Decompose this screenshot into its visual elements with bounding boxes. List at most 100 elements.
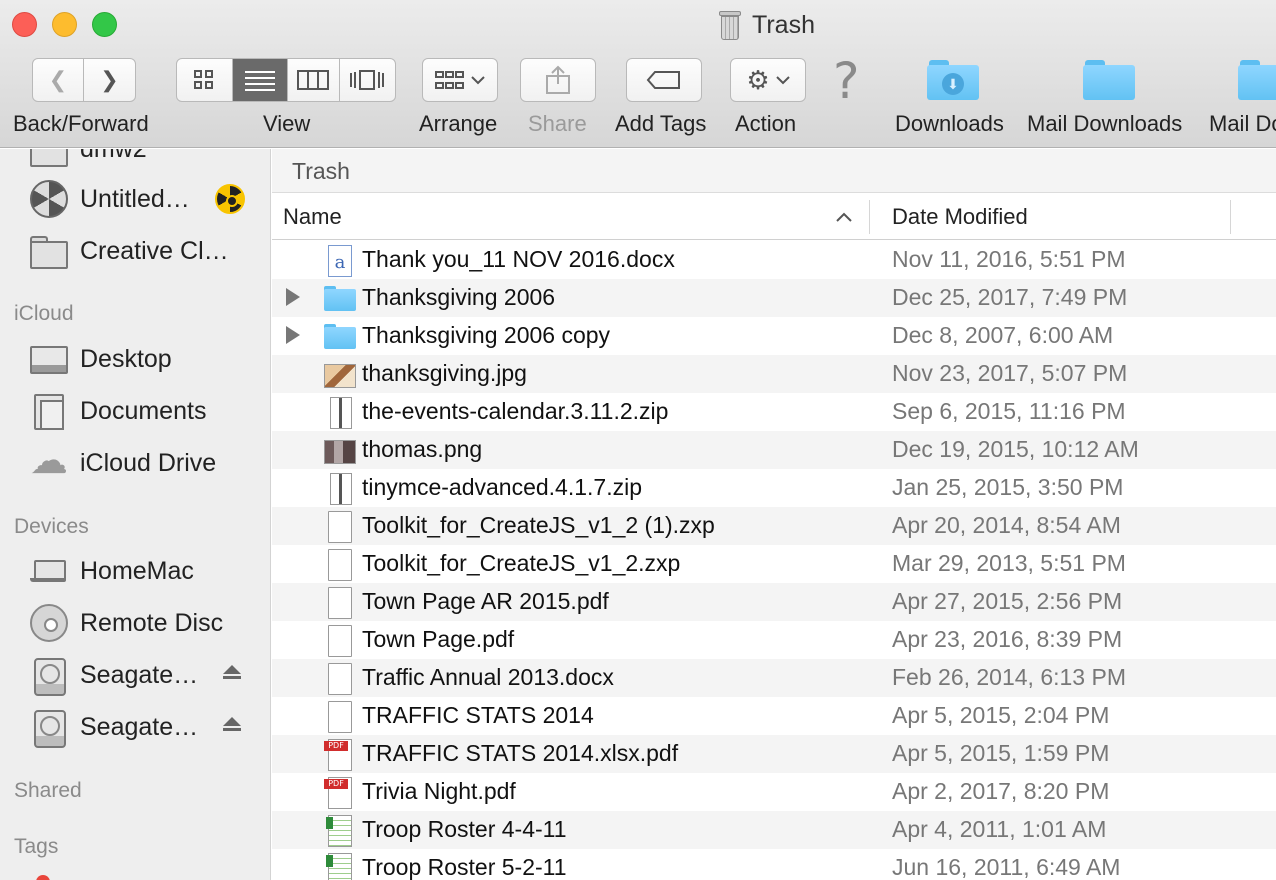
share-label: Share [528, 111, 587, 136]
column-divider[interactable] [1230, 200, 1231, 234]
file-row[interactable]: Town Page.pdf Apr 23, 2016, 8:39 PM [272, 621, 1276, 659]
file-date-modified: Apr 20, 2014, 8:54 AM [892, 512, 1121, 538]
file-name: the-events-calendar.3.11.2.zip [362, 398, 669, 424]
sidebar-item-label: Remote Disc [80, 608, 224, 637]
sidebar-item-dmw2[interactable]: dmw2 [0, 149, 270, 173]
file-row[interactable]: Troop Roster 4-4-11 Apr 4, 2011, 1:01 AM [272, 811, 1276, 849]
file-row[interactable]: Thanksgiving 2006 copy Dec 8, 2007, 6:00 … [272, 317, 1276, 355]
sidebar-section-devices[interactable]: Devices [14, 515, 89, 539]
disc-icon [30, 604, 68, 642]
back-forward-label: Back/Forward [13, 111, 149, 136]
list-view-button[interactable] [232, 59, 288, 101]
eject-icon[interactable] [222, 717, 242, 737]
file-row[interactable]: tinymce-advanced.4.1.7.zip Jan 25, 2015, … [272, 469, 1276, 507]
tag-icon [646, 71, 680, 89]
file-row[interactable]: Traffic Annual 2013.docx Feb 26, 2014, 6:… [272, 659, 1276, 697]
pdf-icon [324, 777, 354, 809]
file-row[interactable]: thanksgiving.jpg Nov 23, 2017, 5:07 PM [272, 355, 1276, 393]
view-label: View [263, 111, 311, 136]
share-button[interactable] [520, 58, 596, 102]
documents-icon [30, 392, 68, 430]
downloads-folder-icon[interactable]: ⬇ [927, 60, 979, 100]
action-label: Action [735, 111, 797, 136]
arrange-button[interactable] [422, 58, 498, 102]
column-divider[interactable] [869, 200, 870, 234]
window-toolbar: Trash ❮ ❯ Back/Forward View Arrange Shar… [0, 0, 1276, 148]
back-button[interactable]: ❮ [33, 59, 85, 101]
add-tags-button[interactable] [626, 58, 702, 102]
folder-icon[interactable] [1238, 60, 1276, 100]
pdf-icon [324, 739, 354, 771]
file-row[interactable]: Toolkit_for_CreateJS_v1_2.zxp Mar 29, 201… [272, 545, 1276, 583]
file-row[interactable]: Thank you_11 NOV 2016.docx Nov 11, 2016, … [272, 241, 1276, 279]
file-row[interactable]: Thanksgiving 2006 Dec 25, 2017, 7:49 PM [272, 279, 1276, 317]
file-name: Town Page AR 2015.pdf [362, 588, 609, 614]
sidebar-item-seagate-1[interactable]: Seagate… [0, 651, 270, 699]
window-title-text: Trash [752, 10, 815, 39]
file-row[interactable]: TRAFFIC STATS 2014 Apr 5, 2015, 2:04 PM [272, 697, 1276, 735]
sidebar-item-label: HomeMac [80, 556, 194, 585]
sidebar-item-creative-cloud[interactable]: Creative Cl… [0, 227, 270, 275]
external-drive-icon [30, 656, 68, 696]
red-tag-dot-icon[interactable] [36, 875, 50, 880]
file-row[interactable]: the-events-calendar.3.11.2.zip Sep 6, 201… [272, 393, 1276, 431]
file-name: Toolkit_for_CreateJS_v1_2.zxp [362, 550, 681, 576]
sidebar-section-shared[interactable]: Shared [14, 779, 82, 803]
sidebar-section-icloud[interactable]: iCloud [14, 302, 74, 326]
disclosure-triangle-icon[interactable] [286, 288, 300, 306]
disclosure-triangle-icon[interactable] [286, 326, 300, 344]
sidebar-item-label: Untitled… [80, 184, 190, 213]
file-name: Town Page.pdf [362, 626, 515, 652]
arrange-label: Arrange [419, 111, 498, 136]
mail-do-toolbar-link[interactable]: Mail Do [1209, 111, 1276, 137]
external-drive-icon [30, 708, 68, 748]
sort-ascending-icon[interactable] [836, 206, 852, 227]
file-row[interactable]: Town Page AR 2015.pdf Apr 27, 2015, 2:56 … [272, 583, 1276, 621]
burn-disc-icon[interactable] [215, 184, 245, 214]
mail-downloads-toolbar-link[interactable]: Mail Downloads [1027, 111, 1182, 137]
sidebar-item-documents[interactable]: Documents [0, 387, 270, 435]
column-view-button[interactable] [288, 59, 340, 101]
zip-icon [324, 397, 354, 429]
zoom-window-button[interactable] [92, 12, 117, 37]
sidebar-item-desktop[interactable]: Desktop [0, 335, 270, 383]
sidebar-item-seagate-2[interactable]: Seagate… [0, 703, 270, 751]
file-row[interactable]: thomas.png Dec 19, 2015, 10:12 AM [272, 431, 1276, 469]
file-date-modified: Apr 4, 2011, 1:01 AM [892, 816, 1107, 842]
file-row[interactable]: TRAFFIC STATS 2014.xlsx.pdf Apr 5, 2015, … [272, 735, 1276, 773]
minimize-window-button[interactable] [52, 12, 77, 37]
file-name: Thank you_11 NOV 2016.docx [362, 246, 675, 272]
columns-icon [297, 70, 330, 90]
sidebar-section-tags[interactable]: Tags [14, 835, 58, 859]
cloud-icon [30, 438, 68, 483]
sidebar-item-icloud-drive[interactable]: iCloud Drive [0, 438, 270, 487]
file-date-modified: Mar 29, 2013, 5:51 PM [892, 550, 1126, 576]
file-name: TRAFFIC STATS 2014.xlsx.pdf [362, 740, 679, 766]
cover-flow-icon [350, 70, 385, 90]
name-column-header[interactable]: Name [283, 204, 342, 230]
window-title: Trash [718, 8, 815, 42]
file-row[interactable]: Trivia Night.pdf Apr 2, 2017, 8:20 PM [272, 773, 1276, 811]
file-date-modified: Dec 8, 2007, 6:00 AM [892, 322, 1114, 348]
spreadsheet-icon [324, 853, 354, 880]
close-window-button[interactable] [12, 12, 37, 37]
file-name: thanksgiving.jpg [362, 360, 527, 386]
file-row[interactable]: Troop Roster 5-2-11 Jun 16, 2011, 6:49 AM [272, 849, 1276, 880]
action-button[interactable]: ⚙ [730, 58, 806, 102]
folder-icon[interactable] [1083, 60, 1135, 100]
sidebar-item-homemac[interactable]: HomeMac [0, 547, 270, 595]
help-question-icon[interactable]: ? [833, 52, 860, 110]
eject-icon[interactable] [222, 665, 242, 685]
trash-can-icon [718, 9, 742, 41]
date-modified-column-header[interactable]: Date Modified [892, 204, 1028, 230]
icon-view-button[interactable] [177, 59, 233, 101]
folder-title: Trash [292, 158, 350, 184]
zip-icon [324, 473, 354, 505]
forward-button[interactable]: ❯ [84, 59, 135, 101]
file-row[interactable]: Toolkit_for_CreateJS_v1_2 (1).zxp Apr 20,… [272, 507, 1276, 545]
sidebar-item-remote-disc[interactable]: Remote Disc [0, 599, 270, 647]
downloads-toolbar-link[interactable]: Downloads [895, 111, 1004, 137]
file-date-modified: Sep 6, 2015, 11:16 PM [892, 398, 1126, 424]
chevron-left-icon: ❮ [48, 67, 68, 92]
cover-flow-view-button[interactable] [340, 59, 395, 101]
